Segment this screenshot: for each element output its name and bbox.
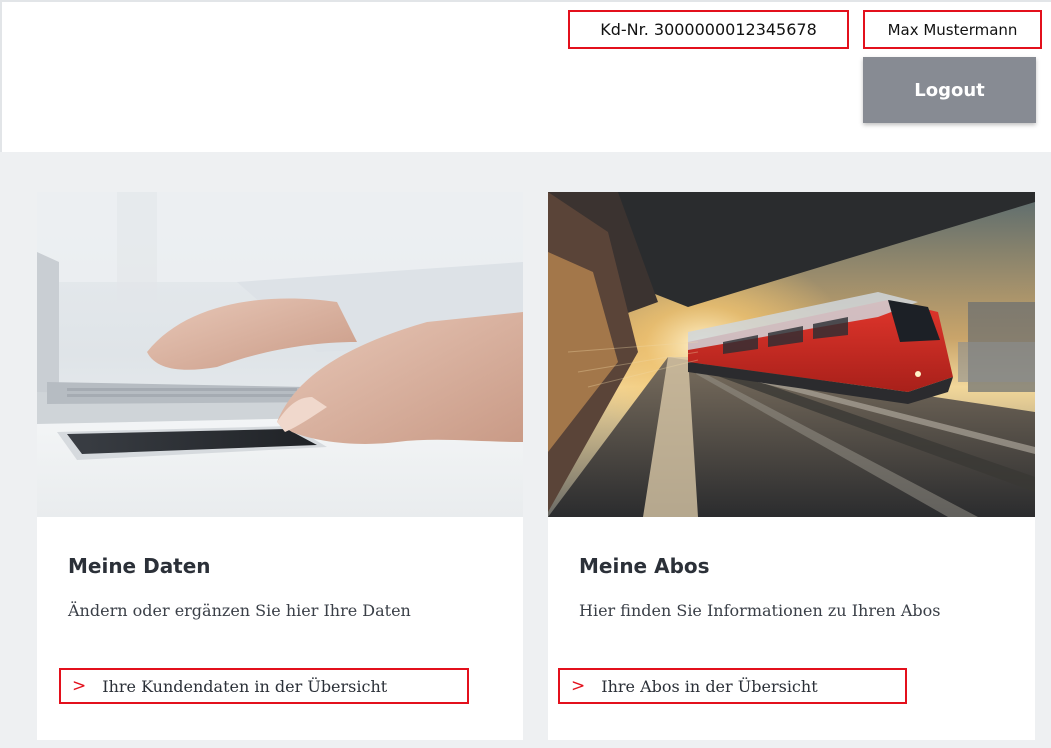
user-name: Max Mustermann [863,10,1042,49]
card-title: Meine Daten [68,554,211,578]
customer-number: Kd-Nr. 3000000012345678 [568,10,849,49]
kundendaten-link-label: Ihre Kundendaten in der Übersicht [102,676,388,696]
abos-link-label: Ihre Abos in der Übersicht [601,676,818,696]
card-meine-abos: Meine Abos Hier finden Sie Informationen… [548,192,1035,740]
laptop-tablet-image [37,192,523,517]
logout-button[interactable]: Logout [863,57,1036,123]
kundendaten-link[interactable]: > Ihre Kundendaten in der Übersicht [59,668,469,704]
laptop-tablet-illustration [37,192,523,517]
abos-link[interactable]: > Ihre Abos in der Übersicht [558,668,907,704]
chevron-right-icon: > [72,676,87,696]
card-title: Meine Abos [579,554,710,578]
card-meine-daten: Meine Daten Ändern oder ergänzen Sie hie… [37,192,523,740]
customer-number-text: Kd-Nr. 3000000012345678 [600,20,817,39]
chevron-right-icon: > [571,676,586,696]
card-description: Hier finden Sie Informationen zu Ihren A… [579,601,941,620]
train-image [548,192,1035,517]
train-station-illustration [548,192,1035,517]
card-description: Ändern oder ergänzen Sie hier Ihre Daten [68,601,411,620]
user-name-text: Max Mustermann [887,20,1018,39]
